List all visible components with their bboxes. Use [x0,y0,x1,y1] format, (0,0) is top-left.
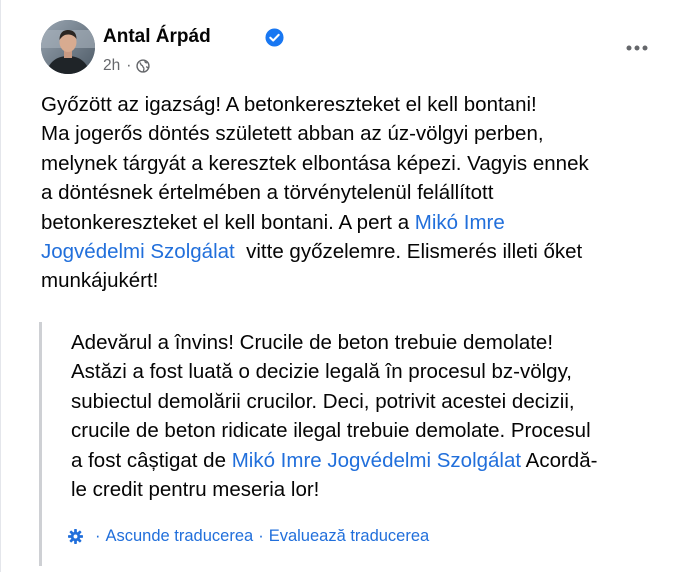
post-body-text: Győzött az igazság! A betonkereszteket e… [41,90,676,296]
translation-line: crucile de beton ridicate ilegal trebuie… [71,419,591,443]
translation-block: Adevărul a învins! Crucile de beton treb… [39,322,678,566]
translation-line: Adevărul a învins! Crucile de beton treb… [71,331,554,354]
more-options-button[interactable] [619,30,655,66]
post-text-segment: vitte győzelemre. Elismerés illeti őket [234,240,583,264]
post-text-line: melynek tárgyát a keresztek elbontása ké… [41,151,589,175]
avatar-photo [41,20,95,74]
post-header: Antal Árpád 2h · [41,20,661,76]
post-text-segment: betonkereszteket el kell bontani. A pert… [41,210,415,234]
post-text-line: Győzött az igazság! A betonkereszteket e… [41,93,537,116]
footer-separator: · [95,526,101,545]
globe-icon[interactable] [136,59,151,73]
author-avatar[interactable] [41,20,95,74]
post-text-line: Jogvédelmi Szolgálat vitte győzelemre. E… [41,237,676,266]
post-text-line: a döntésnek értelmében a törvénytelenül … [41,181,494,205]
post-meta: 2h · [103,57,151,75]
hide-translation-link[interactable]: Ascunde traducerea [106,527,254,546]
author-name[interactable]: Antal Árpád [103,26,211,48]
rate-translation-link[interactable]: Evaluează traducerea [269,527,430,546]
translation-segment: a fost câștigat de [71,448,232,472]
translation-line: a fost câștigat de Mikó Imre Jogvédelmi … [71,446,671,475]
post-card: Antal Árpád 2h · Győzött az igazság! A b… [0,0,691,572]
translation-text: Adevărul a învins! Crucile de beton treb… [71,328,671,504]
post-timestamp[interactable]: 2h [103,57,120,75]
meta-separator: · [126,57,132,74]
translation-line: le credit pentru meseria lor! [71,478,320,502]
translation-line: subiectul demolării crucilor. Deci, potr… [71,389,575,413]
footer-separator: · [258,526,264,545]
translation-mention-link[interactable]: Mikó Imre Jogvédelmi Szolgálat [232,449,521,472]
post-text-line: betonkereszteket el kell bontani. A pert… [41,208,676,237]
gear-icon[interactable] [67,528,84,545]
post-text-line: Ma jogerős döntés született abban az úz-… [41,122,544,146]
mention-link-part1[interactable]: Mikó Imre [415,211,505,234]
more-options-icon [626,45,648,51]
translation-segment: Acordă- [521,448,598,472]
mention-link-part2[interactable]: Jogvédelmi Szolgálat [41,240,235,263]
post-text-line: munkájukért! [41,269,159,293]
translation-footer: · Ascunde traducerea · Evaluează traduce… [67,525,429,547]
translation-line: Astăzi a fost luată o decizie legală în … [71,360,572,384]
verified-badge-icon [265,28,284,47]
